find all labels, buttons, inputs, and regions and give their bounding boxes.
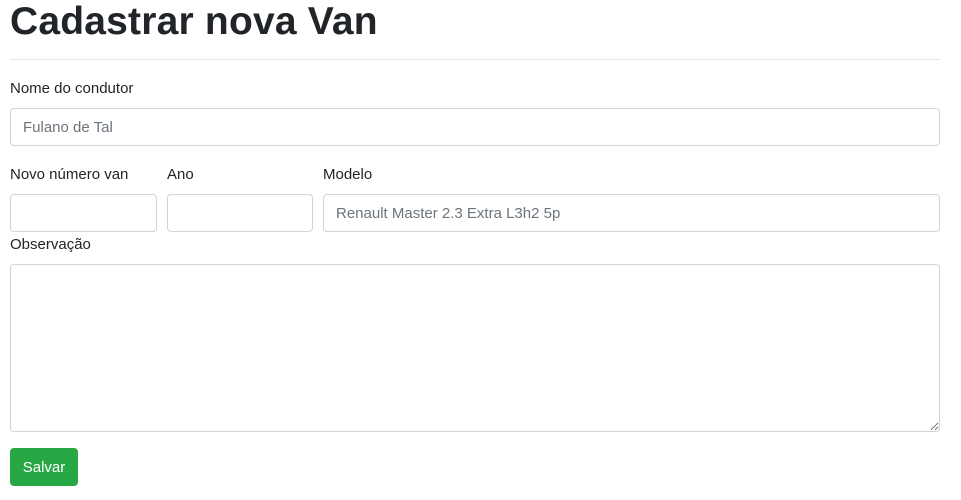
page-title: Cadastrar nova Van xyxy=(10,0,378,43)
driver-name-label: Nome do condutor xyxy=(10,80,134,97)
van-number-input[interactable] xyxy=(10,194,157,232)
model-input[interactable] xyxy=(323,194,940,232)
notes-label: Observação xyxy=(10,236,91,253)
year-label: Ano xyxy=(167,166,194,183)
van-number-label: Novo número van xyxy=(10,166,129,183)
driver-name-input[interactable] xyxy=(10,108,940,146)
notes-textarea[interactable] xyxy=(10,264,940,432)
save-button[interactable]: Salvar xyxy=(10,448,78,486)
model-label: Modelo xyxy=(323,166,373,183)
title-divider xyxy=(10,59,940,60)
year-input[interactable] xyxy=(167,194,313,232)
